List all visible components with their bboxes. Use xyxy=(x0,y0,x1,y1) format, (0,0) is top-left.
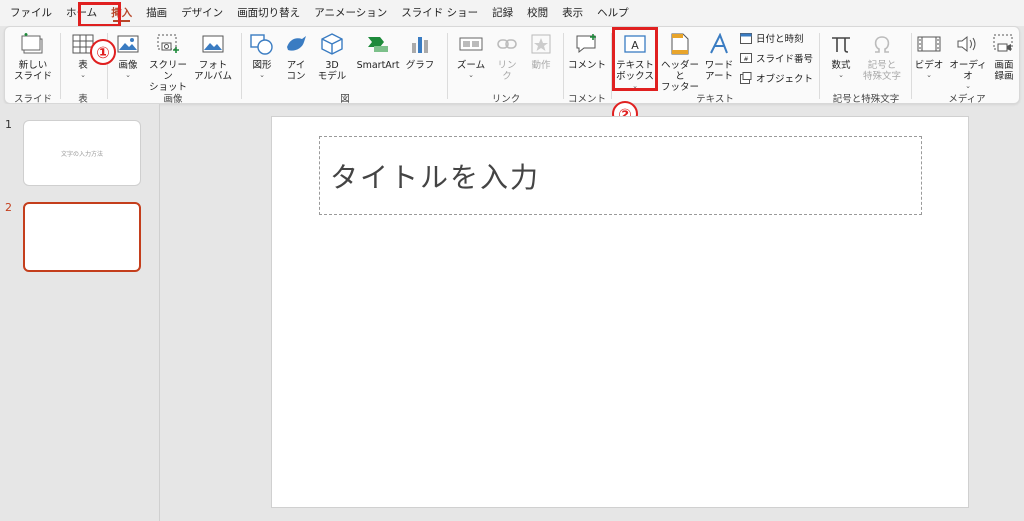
new-slide-button[interactable]: 新しい スライド xyxy=(11,31,55,82)
slide-number-button[interactable]: # スライド番号 xyxy=(739,51,813,65)
chevron-down-icon: ⌄ xyxy=(80,71,86,79)
thumbnail-number: 2 xyxy=(5,201,12,214)
svg-text:A: A xyxy=(631,39,639,52)
icons-button[interactable]: アイ コン xyxy=(281,31,311,82)
header-footer-icon xyxy=(667,31,693,57)
tab-slideshow[interactable]: スライド ショー xyxy=(394,0,485,26)
link-icon xyxy=(494,31,520,57)
tab-draw[interactable]: 描画 xyxy=(139,0,174,26)
screen-record-icon xyxy=(991,31,1017,57)
calendar-icon xyxy=(739,32,752,45)
group-label-images: 画像 xyxy=(163,94,183,105)
bar-chart-icon xyxy=(407,31,433,57)
tab-view[interactable]: 表示 xyxy=(555,0,590,26)
thumbnail-title: 文字の入力方法 xyxy=(60,150,103,158)
slide-thumbnail-2[interactable] xyxy=(23,202,141,272)
zoom-icon xyxy=(458,31,484,57)
tab-animations[interactable]: アニメーション xyxy=(307,0,394,26)
date-time-button[interactable]: 日付と時刻 xyxy=(739,31,804,45)
shapes-button[interactable]: 図形 ⌄ xyxy=(247,31,277,79)
speaker-icon xyxy=(955,31,981,57)
slide-number-icon: # xyxy=(739,52,752,65)
bird-icon xyxy=(283,31,309,57)
wordart-button[interactable]: ワード アート xyxy=(701,31,737,82)
group-label-symbols: 記号と特殊文字 xyxy=(832,94,900,105)
image-button[interactable]: 画像 ⌄ xyxy=(111,31,145,79)
zoom-button[interactable]: ズーム ⌄ xyxy=(451,31,491,79)
tab-help[interactable]: ヘルプ xyxy=(590,0,636,26)
ribbon: 新しい スライド スライド 表 ⌄ 表 画像 ⌄ スクリーン ショット フォト … xyxy=(4,26,1020,105)
title-placeholder-text: タイトルを入力 xyxy=(330,160,541,194)
slide-canvas[interactable]: タイトルを入力 xyxy=(271,116,969,508)
header-footer-button[interactable]: ヘッダーと フッター xyxy=(659,31,701,93)
video-button[interactable]: ビデオ ⌄ xyxy=(913,31,945,79)
textbox-icon: A xyxy=(622,31,648,57)
symbol-button[interactable]: 記号と 特殊文字 xyxy=(859,31,905,82)
comment-button[interactable]: コメント xyxy=(567,31,607,71)
object-button[interactable]: オブジェクト xyxy=(739,71,813,85)
group-label-slide: スライド xyxy=(13,94,52,105)
omega-icon xyxy=(869,31,895,57)
group-label-link: リンク xyxy=(491,94,521,105)
tab-insert[interactable]: 挿入 xyxy=(104,0,139,26)
image-icon xyxy=(115,31,141,57)
slide-thumbnail-1[interactable]: 文字の入力方法 xyxy=(23,120,141,186)
comment-icon xyxy=(574,31,600,57)
cube-icon xyxy=(319,31,345,57)
tab-home[interactable]: ホーム xyxy=(59,0,104,26)
screenshot-icon xyxy=(155,31,181,57)
callout-step-1: ① xyxy=(90,39,116,65)
photo-album-icon xyxy=(200,31,226,57)
tab-file[interactable]: ファイル xyxy=(3,0,59,26)
group-label-media: メディア xyxy=(948,94,986,105)
object-icon xyxy=(739,72,752,85)
pi-icon xyxy=(828,31,854,57)
star-icon xyxy=(528,31,554,57)
shapes-icon xyxy=(249,31,275,57)
smartart-button[interactable]: SmartArt xyxy=(353,31,403,71)
film-icon xyxy=(916,31,942,57)
audio-button[interactable]: オーディオ ⌄ xyxy=(947,31,989,90)
chart-button[interactable]: グラフ xyxy=(405,31,435,71)
ribbon-tabs: ファイル ホーム 挿入 描画 デザイン 画面切り替え アニメーション スライド … xyxy=(0,0,1024,26)
tab-design[interactable]: デザイン xyxy=(174,0,230,26)
title-placeholder[interactable]: タイトルを入力 xyxy=(319,136,922,215)
3d-model-button[interactable]: 3D モデル xyxy=(313,31,351,82)
textbox-button[interactable]: A テキスト ボックス ⌄ xyxy=(615,31,655,90)
link-button[interactable]: リン ク xyxy=(491,31,523,82)
new-slide-icon xyxy=(20,31,46,57)
action-button[interactable]: 動作 xyxy=(525,31,557,71)
slide-thumbnail-pane: 1 文字の入力方法 2 xyxy=(0,104,160,521)
tab-transitions[interactable]: 画面切り替え xyxy=(230,0,307,26)
group-label-comment: コメント xyxy=(567,94,606,105)
smartart-icon xyxy=(365,31,391,57)
tab-review[interactable]: 校閲 xyxy=(520,0,555,26)
photo-album-button[interactable]: フォト アルバム xyxy=(191,31,235,82)
screen-recording-button[interactable]: 画面 録画 xyxy=(989,31,1019,82)
screenshot-button[interactable]: スクリーン ショット xyxy=(145,31,191,93)
wordart-icon xyxy=(706,31,732,57)
tab-record[interactable]: 記録 xyxy=(485,0,520,26)
group-label-figure: 図 xyxy=(340,94,350,105)
equation-button[interactable]: 数式 ⌄ xyxy=(823,31,859,79)
group-label-table: 表 xyxy=(78,94,88,105)
svg-text:#: # xyxy=(743,56,748,63)
group-label-text: テキスト xyxy=(696,94,734,105)
thumbnail-number: 1 xyxy=(5,118,12,131)
